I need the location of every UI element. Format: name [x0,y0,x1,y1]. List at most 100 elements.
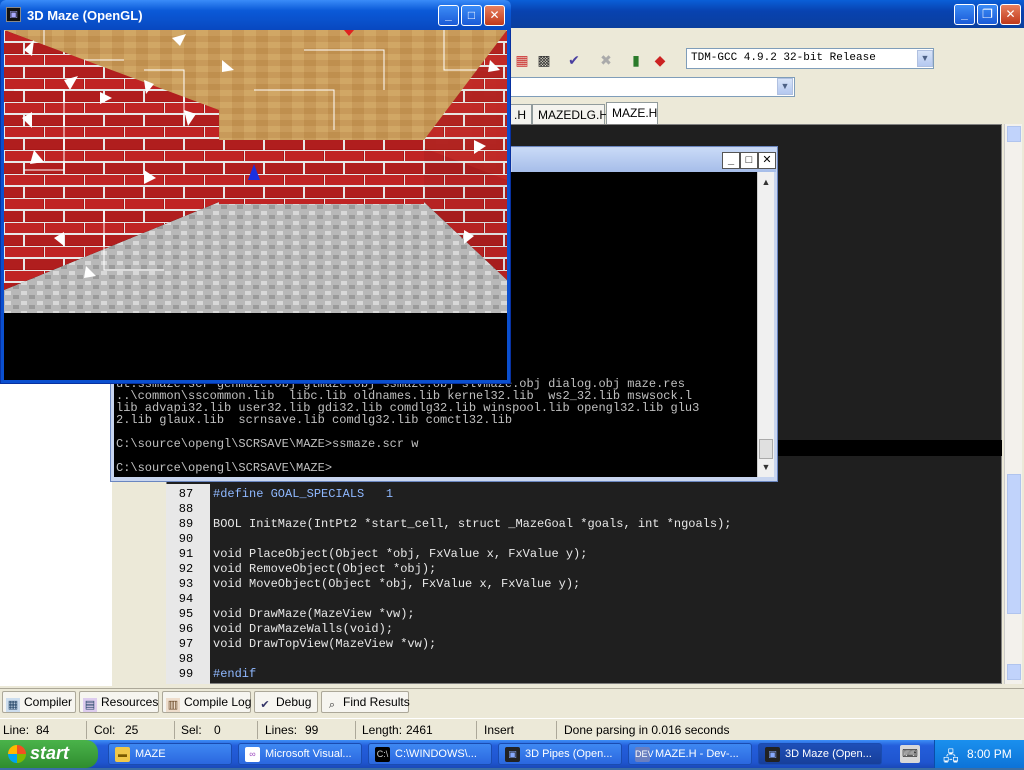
check-icon[interactable]: ✔ [564,50,584,70]
code-line: void PlaceObject(Object *obj, FxValue x,… [213,547,588,561]
profile-icon[interactable]: ◆ [650,50,670,70]
console-maximize-button[interactable]: □ [740,152,758,169]
console-scroll-thumb[interactable] [759,439,773,459]
dev-cpp-icon: DEV [635,747,654,762]
console-minimize-button[interactable]: _ [722,152,740,169]
code-line: void DrawTopView(MazeView *vw); [213,637,437,651]
line-number: 99 [178,667,194,681]
ide-restore-button[interactable]: ❐ [977,4,998,25]
status-lines-value: 99 [305,723,319,737]
tab-resources[interactable]: ▤ Resources [79,691,159,713]
tab-compile-log[interactable]: ▥ Compile Log [162,691,251,713]
keyboard-icon[interactable]: ⌨ [900,745,920,763]
compile-log-icon: ▥ [166,698,180,712]
maze-title-bar[interactable]: ▣ 3D Maze (OpenGL) _ □ ✕ [0,0,511,30]
maze-app-icon: ▣ [765,747,780,762]
maze-minimize-button[interactable]: _ [438,5,459,26]
scroll-down-arrow-icon[interactable]: ▼ [759,460,773,474]
maze-black-area [4,313,507,380]
tab-compiler[interactable]: ▦ Compiler [2,691,76,713]
tab-label: Find Results [343,695,410,709]
status-lines-label: Lines: [265,723,298,737]
code-line: void RemoveObject(Object *obj); [213,562,437,576]
task-command-prompt[interactable]: C:\ C:\WINDOWS\... [368,743,492,765]
status-mode: Insert [484,723,515,737]
status-separator [86,721,87,739]
line-number-gutter: 87 88 89 90 91 92 93 94 95 96 97 98 99 [166,484,210,684]
start-button[interactable]: start [0,740,98,768]
chart-icon[interactable]: ▮ [626,50,646,70]
line-number: 88 [178,502,194,516]
scroll-thumb[interactable] [1007,474,1021,614]
task-label: C:\WINDOWS\... [395,748,477,760]
task-label: MAZE.H - Dev-... [655,748,739,760]
ide-close-button[interactable]: ✕ [1000,4,1021,25]
editor-vertical-scrollbar[interactable] [1004,124,1022,684]
resources-icon: ▤ [83,698,97,712]
maze-scene [4,30,507,313]
console-close-button[interactable]: ✕ [758,152,776,169]
scroll-up-arrow-icon[interactable] [1007,126,1021,142]
system-tray: 🖧 8:00 PM [934,740,1024,768]
task-3d-maze[interactable]: ▣ 3D Maze (Open... [758,743,882,765]
console-line: 2.lib glaux.lib scrnsave.lib comdlg32.li… [116,413,513,427]
network-icon[interactable]: 🖧 [943,746,959,770]
status-length-label: Length: [362,723,403,737]
maze-3d-view [4,30,507,313]
cross-icon[interactable]: ✖ [596,50,616,70]
scroll-down-arrow-icon[interactable] [1007,664,1021,680]
debug-check-icon: ✔ [260,699,270,711]
start-label: start [30,743,70,763]
code-line: #define GOAL_SPECIALS 1 [213,487,394,501]
line-number: 96 [178,622,194,636]
code-line: void DrawMaze(MazeView *vw); [213,607,415,621]
status-col-value: 25 [125,723,139,737]
status-sel-label: Sel: [181,723,202,737]
console-line: C:\source\opengl\SCRSAVE\MAZE>ssmaze.scr… [116,437,419,451]
console-scrollbar[interactable]: ▲ ▼ [757,172,774,477]
task-label: 3D Maze (Open... [785,748,872,760]
line-number: 98 [178,652,194,666]
tab-find-results[interactable]: ⌕ Find Results [321,691,410,713]
compiler-select[interactable]: TDM-GCC 4.9.2 32-bit Release [686,48,934,69]
tab-debug[interactable]: ✔ Debug [254,691,318,713]
task-label: Microsoft Visual... [265,748,352,760]
task-visual-studio[interactable]: ∞ Microsoft Visual... [238,743,362,765]
line-number: 89 [178,517,194,531]
status-sel-value: 0 [214,723,221,737]
command-prompt-icon: C:\ [375,747,390,762]
line-number: 97 [178,637,194,651]
maze-close-button[interactable]: ✕ [484,5,505,26]
visual-studio-icon: ∞ [245,747,260,762]
project-browser-pane[interactable] [0,380,112,686]
file-tab-h[interactable]: .H [508,104,532,124]
code-line: void DrawMazeWalls(void); [213,622,394,636]
task-dev-cpp[interactable]: DEV MAZE.H - Dev-... [628,743,752,765]
line-number: 94 [178,592,194,606]
status-separator [556,721,557,739]
task-maze-folder[interactable]: ▬ MAZE [108,743,232,765]
grid-icon[interactable]: ▩ [534,50,554,70]
compiler-dropdown-chevron-down-icon[interactable]: ▼ [917,50,933,67]
line-number: 90 [178,532,194,546]
folder-icon: ▬ [115,747,130,762]
scope-select[interactable] [510,77,795,97]
line-number: 92 [178,562,194,576]
grid-color-icon[interactable]: ▦ [512,50,532,70]
status-line-label: Line: [3,723,30,737]
scroll-up-arrow-icon[interactable]: ▲ [759,175,773,189]
console-title-bar[interactable]: _ □ ✕ [512,148,776,172]
file-tab-maze-h[interactable]: MAZE.H [606,102,658,124]
file-tab-mazedlg[interactable]: MAZEDLG.H [532,104,608,124]
ide-minimize-button[interactable]: _ [954,4,975,25]
line-number: 95 [178,607,194,621]
scope-dropdown-chevron-down-icon[interactable]: ▼ [777,78,793,95]
maze-maximize-button[interactable]: □ [461,5,482,26]
task-3d-pipes[interactable]: ▣ 3D Pipes (Open... [498,743,622,765]
tab-label: Compile Log [184,695,252,709]
tab-label: Compiler [24,695,73,709]
pipes-app-icon: ▣ [505,747,520,762]
console-line: C:\source\opengl\SCRSAVE\MAZE> [116,461,333,475]
task-label: 3D Pipes (Open... [525,748,613,760]
line-number: 91 [178,547,194,561]
